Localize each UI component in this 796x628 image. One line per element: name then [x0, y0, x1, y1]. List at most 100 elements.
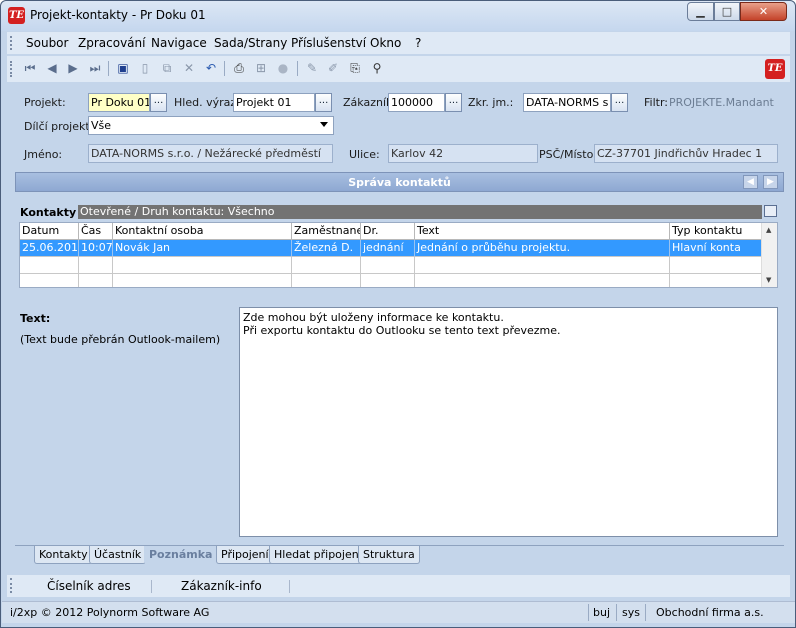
- menu-navigace[interactable]: Navigace: [151, 36, 207, 50]
- col-header-typ-kontaktu[interactable]: Typ kontaktu: [670, 223, 762, 240]
- tab-hledat-pripojeni[interactable]: Hledat připojení: [269, 546, 367, 564]
- zkr-jm-field[interactable]: DATA-NORMS s: [523, 93, 611, 112]
- col-header-text[interactable]: Text: [415, 223, 670, 240]
- menu-grip[interactable]: [10, 36, 12, 50]
- panel-header: Správa kontaktů ◀ ▶: [15, 172, 784, 192]
- panel-prev-button[interactable]: ◀: [743, 175, 758, 189]
- filter-icon[interactable]: ⚲: [369, 60, 385, 76]
- cell-kontaktni-osoba: Novák Jan: [113, 240, 292, 257]
- bottom-separator: [151, 580, 152, 593]
- text-label: Text:: [20, 312, 51, 325]
- new-icon[interactable]: ▯: [137, 60, 153, 76]
- projekt-field[interactable]: Pr Doku 01: [88, 93, 150, 112]
- col-header-cas[interactable]: Čas: [79, 223, 113, 240]
- cell-dr: jednání: [361, 240, 415, 257]
- tab-strip: Kontakty Účastník Poznámka Připojení Hle…: [15, 545, 784, 565]
- status-bar: i/2xp © 2012 Polynorm Software AG buj sy…: [2, 601, 795, 623]
- projekt-lookup-button[interactable]: ...: [150, 93, 167, 112]
- menu-sada-strany[interactable]: Sada/Strany: [214, 36, 287, 50]
- tab-poznamka[interactable]: Poznámka: [144, 546, 218, 564]
- dilci-projekt-dropdown[interactable]: Vše: [88, 116, 334, 135]
- panel-title: Správa kontaktů: [348, 176, 451, 189]
- table-row[interactable]: [20, 257, 762, 274]
- menu-prislusenstvi[interactable]: Příslušenství: [291, 36, 366, 50]
- tab-struktura[interactable]: Struktura: [358, 546, 420, 564]
- first-record-icon[interactable]: ⏮: [22, 60, 38, 76]
- jmeno-field: DATA-NORMS s.r.o. / Nežárecké předměstí: [88, 144, 333, 163]
- menu-bar: Soubor Zpracování Navigace Sada/Strany P…: [7, 32, 790, 54]
- contacts-table: Datum Čas Kontaktní osoba Zaměstnanec Dr…: [19, 222, 778, 288]
- ciselnik-adres-button[interactable]: Číselník adres: [47, 579, 131, 593]
- save-icon[interactable]: ▣: [115, 60, 131, 76]
- status-separator: [616, 604, 617, 621]
- tab-pripojeni[interactable]: Připojení: [216, 546, 274, 564]
- table-scrollbar[interactable]: ▲ ▼: [761, 223, 777, 287]
- menu-okno[interactable]: Okno: [370, 36, 401, 50]
- zakaznik-lookup-button[interactable]: ...: [445, 93, 462, 112]
- undo-icon[interactable]: ↶: [203, 60, 219, 76]
- status-copyright: i/2xp © 2012 Polynorm Software AG: [10, 606, 210, 619]
- contact-text-area[interactable]: Zde mohou být uloženy informace ke konta…: [239, 307, 778, 537]
- status-separator: [588, 604, 589, 621]
- table-row[interactable]: [20, 274, 762, 287]
- edit-icon[interactable]: ✎: [304, 60, 320, 76]
- main-window: TE Projekt-kontakty - Pr Doku 01 ▁ □ ✕ S…: [0, 0, 796, 628]
- text-line-2: Při exportu kontaktu do Outlooku se tent…: [243, 324, 561, 337]
- tab-kontakty[interactable]: Kontakty: [34, 546, 93, 564]
- stop-icon[interactable]: ●: [275, 60, 291, 76]
- structure-icon[interactable]: ⊞: [253, 60, 269, 76]
- scroll-down-icon[interactable]: ▼: [766, 276, 771, 284]
- col-header-zamestnanec[interactable]: Zaměstnanec: [292, 223, 361, 240]
- print-icon[interactable]: ⎙: [231, 60, 247, 76]
- doc-export-icon[interactable]: ⎘: [347, 60, 363, 76]
- title-bar[interactable]: TE Projekt-kontakty - Pr Doku 01 ▁ □ ✕: [1, 1, 795, 31]
- cell-datum: 25.06.2012: [20, 240, 79, 257]
- menu-help[interactable]: ?: [415, 36, 421, 50]
- ulice-label: Ulice:: [349, 148, 380, 161]
- hled-vyraz-field[interactable]: Projekt 01: [233, 93, 315, 112]
- text-note: (Text bude přebrán Outlook-mailem): [20, 333, 221, 346]
- zakaznik-info-button[interactable]: Zákazník-info: [181, 579, 262, 593]
- ulice-field: Karlov 42: [388, 144, 538, 163]
- edit-disabled-icon[interactable]: ✐: [325, 60, 341, 76]
- window-title: Projekt-kontakty - Pr Doku 01: [30, 8, 206, 22]
- panel-next-button[interactable]: ▶: [763, 175, 778, 189]
- col-header-kontaktni-osoba[interactable]: Kontaktní osoba: [113, 223, 292, 240]
- close-button[interactable]: ✕: [740, 2, 787, 21]
- psc-misto-label: PSČ/Místo:: [539, 148, 598, 161]
- psc-misto-field: CZ-37701 Jindřichův Hradec 1: [594, 144, 778, 163]
- dilci-projekt-value: Vše: [91, 119, 112, 132]
- copy-icon[interactable]: ⧉: [159, 60, 175, 76]
- table-row[interactable]: 25.06.2012 10:07 Novák Jan Železná D. je…: [20, 240, 762, 257]
- zkr-jm-lookup-button[interactable]: ...: [611, 93, 628, 112]
- delete-icon[interactable]: ✕: [181, 60, 197, 76]
- col-header-datum[interactable]: Datum: [20, 223, 79, 240]
- app-logo-icon: TE: [765, 59, 785, 79]
- zakaznik-label: Zákazník: [343, 96, 393, 109]
- last-record-icon[interactable]: ⏭: [87, 60, 103, 76]
- minimize-button[interactable]: ▁: [687, 2, 714, 21]
- status-user: buj: [593, 606, 611, 619]
- prev-record-icon[interactable]: ◀: [44, 60, 60, 76]
- zkr-jm-label: Zkr. jm.:: [468, 96, 514, 109]
- cell-cas: 10:07: [79, 240, 113, 257]
- grid-settings-icon[interactable]: [764, 205, 777, 217]
- next-record-icon[interactable]: ▶: [65, 60, 81, 76]
- menu-zpracovani[interactable]: Zpracování: [78, 36, 145, 50]
- hled-vyraz-label: Hled. výraz:: [174, 96, 240, 109]
- toolbar-grip[interactable]: [10, 61, 12, 77]
- projekt-label: Projekt:: [24, 96, 66, 109]
- scroll-up-icon[interactable]: ▲: [766, 226, 771, 234]
- maximize-button[interactable]: □: [714, 2, 740, 21]
- dilci-projekt-label: Dílčí projekt:: [24, 120, 94, 133]
- cell-text: Jednání o průběhu projektu.: [415, 240, 670, 257]
- menu-soubor[interactable]: Soubor: [26, 36, 68, 50]
- hled-vyraz-lookup-button[interactable]: ...: [315, 93, 332, 112]
- bottom-toolbar-grip[interactable]: [10, 578, 12, 593]
- table-header-row: Datum Čas Kontaktní osoba Zaměstnanec Dr…: [20, 223, 762, 240]
- zakaznik-field[interactable]: 100000: [388, 93, 445, 112]
- col-header-dr[interactable]: Dr.: [361, 223, 415, 240]
- status-separator: [645, 604, 646, 621]
- bottom-separator: [289, 580, 290, 593]
- tab-ucastnik[interactable]: Účastník: [89, 546, 147, 564]
